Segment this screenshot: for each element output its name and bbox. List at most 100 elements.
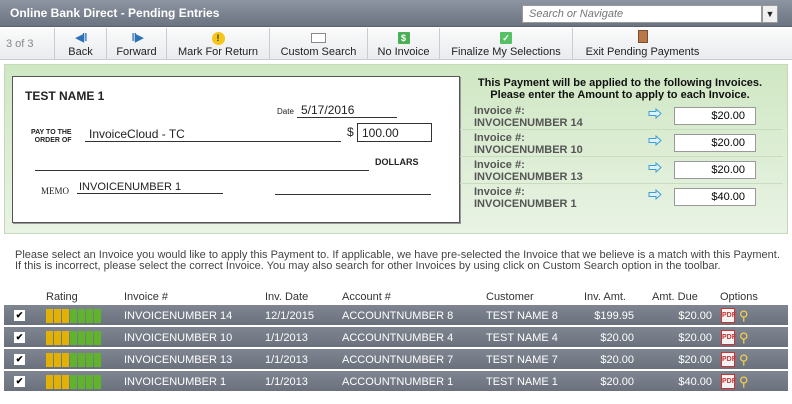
cell-amt-due: $20.00 [678, 310, 712, 322]
rating-segment [70, 353, 77, 367]
magnifier-icon[interactable]: ⚲ [739, 374, 755, 390]
column-rating[interactable]: Rating [46, 291, 78, 303]
column-amt-due[interactable]: Amt. Due [652, 291, 698, 303]
toolbar: 3 of 3 ◀‖ Back ‖▶ Forward ! Mark For Ret… [0, 28, 792, 60]
pay-to-label: PAY TO THE ORDER OF [31, 129, 72, 144]
custom-search-button[interactable]: Custom Search [270, 28, 368, 60]
cell-amt-due: $40.00 [678, 376, 712, 388]
cell-invoice: INVOICENUMBER 10 [124, 332, 233, 344]
exit-pending-payments-label: Exit Pending Payments [585, 46, 700, 58]
table-row[interactable]: ✔ INVOICENUMBER 10 1/1/2013 ACCOUNTNUMBE… [4, 327, 788, 349]
rating-segment [54, 331, 61, 345]
invoice-label: Invoice #: [474, 186, 525, 198]
forward-label: Forward [116, 46, 157, 58]
rating-segment [86, 375, 93, 389]
invoice-grid-header: Rating Invoice # Inv. Date Account # Cus… [0, 287, 792, 307]
column-inv-amt[interactable]: Inv. Amt. [584, 291, 626, 303]
rating-segment [78, 309, 85, 323]
rating-segment [54, 309, 61, 323]
table-row[interactable]: ✔ INVOICENUMBER 1 1/1/2013 ACCOUNTNUMBER… [4, 371, 788, 393]
apply-amount-input[interactable] [674, 188, 756, 206]
dollars-label: DOLLARS [375, 157, 419, 167]
rating-segment [86, 331, 93, 345]
back-button[interactable]: ◀‖ Back [55, 28, 107, 60]
apply-amount-input[interactable] [674, 161, 756, 179]
invoice-grid: ✔ INVOICENUMBER 14 12/1/2015 ACCOUNTNUMB… [4, 305, 788, 393]
finalize-selections-label: Finalize My Selections [451, 46, 561, 58]
cell-date: 12/1/2015 [265, 310, 314, 322]
arrow-right-icon [648, 162, 662, 173]
search-dropdown-button[interactable]: ▼ [762, 5, 778, 23]
forward-button[interactable]: ‖▶ Forward [107, 28, 167, 60]
row-checkbox[interactable]: ✔ [14, 332, 25, 343]
record-pager: 3 of 3 [6, 38, 34, 50]
rating-segment [78, 375, 85, 389]
rating-segment [62, 309, 69, 323]
cell-account: ACCOUNTNUMBER 4 [342, 332, 454, 344]
rating-segment [46, 375, 53, 389]
rating-segment [62, 353, 69, 367]
rating-segment [94, 375, 101, 389]
back-arrow-icon: ◀‖ [75, 32, 88, 44]
cell-inv-amt: $20.00 [600, 354, 634, 366]
back-label: Back [68, 46, 93, 58]
rating-segment [70, 375, 77, 389]
apply-invoice-row: Invoice #: INVOICENUMBER 10 [460, 130, 783, 157]
pdf-icon[interactable]: PDF [721, 330, 736, 345]
cell-date: 1/1/2013 [265, 354, 308, 366]
invoice-label: Invoice #: [474, 132, 525, 144]
row-checkbox[interactable]: ✔ [14, 310, 25, 321]
apply-amount-input[interactable] [674, 134, 756, 152]
search-navigate-input[interactable] [522, 5, 762, 23]
mark-for-return-button[interactable]: ! Mark For Return [167, 28, 270, 60]
table-row[interactable]: ✔ INVOICENUMBER 14 12/1/2015 ACCOUNTNUMB… [4, 305, 788, 327]
finalize-selections-button[interactable]: ✓ Finalize My Selections [440, 28, 573, 60]
no-invoice-button[interactable]: $ No Invoice [368, 28, 440, 60]
checkmark-icon: ✓ [500, 32, 512, 44]
apply-heading: This Payment will be applied to the foll… [477, 77, 763, 101]
pdf-icon[interactable]: PDF [721, 308, 736, 323]
column-invoice[interactable]: Invoice # [124, 291, 168, 303]
cell-inv-amt: $20.00 [600, 376, 634, 388]
column-customer[interactable]: Customer [486, 291, 534, 303]
table-row[interactable]: ✔ INVOICENUMBER 13 1/1/2013 ACCOUNTNUMBE… [4, 349, 788, 371]
magnifier-icon[interactable]: ⚲ [739, 352, 755, 368]
arrow-right-icon [648, 189, 662, 200]
cell-account: ACCOUNTNUMBER 1 [342, 376, 454, 388]
rating-segment [62, 375, 69, 389]
cell-date: 1/1/2013 [265, 376, 308, 388]
apply-invoice-row: Invoice #: INVOICENUMBER 14 [460, 103, 783, 130]
mark-for-return-label: Mark For Return [177, 46, 259, 58]
custom-search-label: Custom Search [280, 46, 357, 58]
cell-customer: TEST NAME 7 [486, 354, 558, 366]
row-checkbox[interactable]: ✔ [14, 354, 25, 365]
search-window-icon [311, 33, 326, 44]
cell-customer: TEST NAME 4 [486, 332, 558, 344]
exit-pending-payments-button[interactable]: Exit Pending Payments [573, 28, 712, 60]
row-checkbox[interactable]: ✔ [14, 376, 25, 387]
signature-line [275, 194, 431, 195]
cell-date: 1/1/2013 [265, 332, 308, 344]
column-account[interactable]: Account # [342, 291, 391, 303]
door-exit-icon [637, 30, 648, 43]
arrow-right-icon [648, 108, 662, 119]
forward-arrow-icon: ‖▶ [131, 32, 144, 44]
written-amount-line [35, 161, 369, 171]
cell-customer: TEST NAME 1 [486, 376, 558, 388]
invoice-number: INVOICENUMBER 13 [474, 171, 583, 183]
apply-amount-input[interactable] [674, 107, 756, 125]
cell-inv-amt: $20.00 [600, 332, 634, 344]
invoice-label: Invoice #: [474, 105, 525, 117]
title-bar: Online Bank Direct - Pending Entries ▼ [0, 0, 792, 27]
rating-bar [46, 375, 102, 389]
pdf-icon[interactable]: PDF [721, 374, 736, 389]
magnifier-icon[interactable]: ⚲ [739, 308, 755, 324]
check-image: TEST NAME 1 Date 5/17/2016 PAY TO THE ORD… [12, 76, 460, 223]
column-options: Options [720, 291, 758, 303]
rating-segment [46, 309, 53, 323]
column-inv-date[interactable]: Inv. Date [265, 291, 308, 303]
pdf-icon[interactable]: PDF [721, 352, 736, 367]
instructions-text: Please select an Invoice you would like … [15, 249, 780, 272]
cell-invoice: INVOICENUMBER 1 [124, 376, 227, 388]
magnifier-icon[interactable]: ⚲ [739, 330, 755, 346]
